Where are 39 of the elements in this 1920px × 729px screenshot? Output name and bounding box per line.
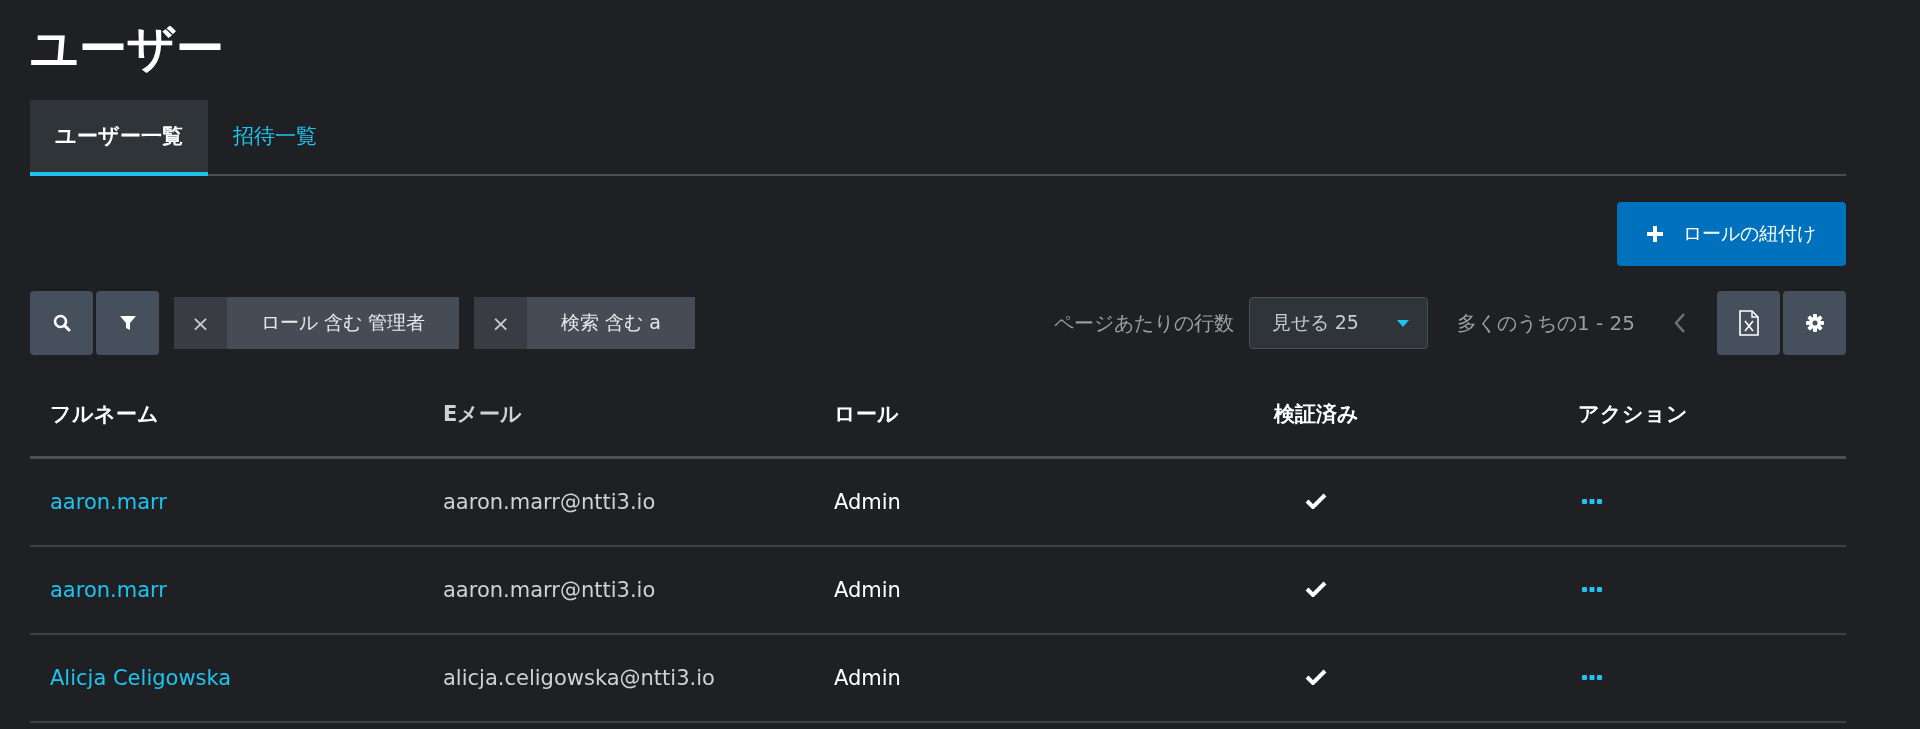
user-name-link[interactable]: aaron.marr xyxy=(50,490,167,514)
more-icon xyxy=(1582,675,1602,681)
filter-button[interactable] xyxy=(96,291,159,355)
filter-icon xyxy=(119,315,136,331)
settings-icon xyxy=(1805,314,1824,332)
search-icon xyxy=(52,314,71,332)
role-cell: Admin xyxy=(834,578,901,602)
tab[interactable]: ユーザー一覧 xyxy=(30,100,208,176)
rows-per-page-label: ページあたりの行数 xyxy=(1053,309,1234,337)
settings-button[interactable] xyxy=(1783,291,1846,355)
user-name-link[interactable]: Alicja Celigowska xyxy=(50,666,232,690)
role-cell: Admin xyxy=(834,666,901,690)
email-cell: aaron.marr@ntti3.io xyxy=(443,578,656,602)
email-cell: alicja.celigowska@ntti3.io xyxy=(443,666,715,690)
page-range: 多くのうちの1 - 25 xyxy=(1456,309,1635,337)
remove-filter-button[interactable]: × xyxy=(474,297,528,349)
excel-file-icon xyxy=(1738,310,1759,336)
rows-per-page-select[interactable]: 見せる 25 xyxy=(1248,297,1428,349)
column-header: フルネーム xyxy=(50,402,159,426)
page-title: ユーザー xyxy=(30,19,225,78)
more-icon xyxy=(1582,499,1602,505)
remove-filter-button[interactable]: × xyxy=(174,297,227,349)
tab[interactable]: 招待一覧 xyxy=(208,100,342,176)
link-role-button[interactable]: ロールの紐付け xyxy=(1617,202,1846,266)
chevron-left-icon xyxy=(1674,312,1686,334)
search-button[interactable] xyxy=(30,291,93,355)
filter-chip: ロール 含む 管理者 xyxy=(227,297,460,349)
caret-icon xyxy=(1396,319,1409,327)
user-name-link[interactable]: aaron.marr xyxy=(50,578,167,602)
filter-chip: 検索 含む a xyxy=(527,297,695,349)
column-header: Eメール xyxy=(443,402,523,426)
column-header: アクション xyxy=(1578,402,1688,426)
email-cell: aaron.marr@ntti3.io xyxy=(443,490,656,514)
plus-icon xyxy=(1647,226,1663,242)
role-cell: Admin xyxy=(834,490,901,514)
column-header: ロール xyxy=(834,402,899,426)
export-excel-button[interactable] xyxy=(1717,291,1780,355)
more-icon xyxy=(1582,587,1602,593)
column-header: 検証済み xyxy=(1273,402,1359,426)
